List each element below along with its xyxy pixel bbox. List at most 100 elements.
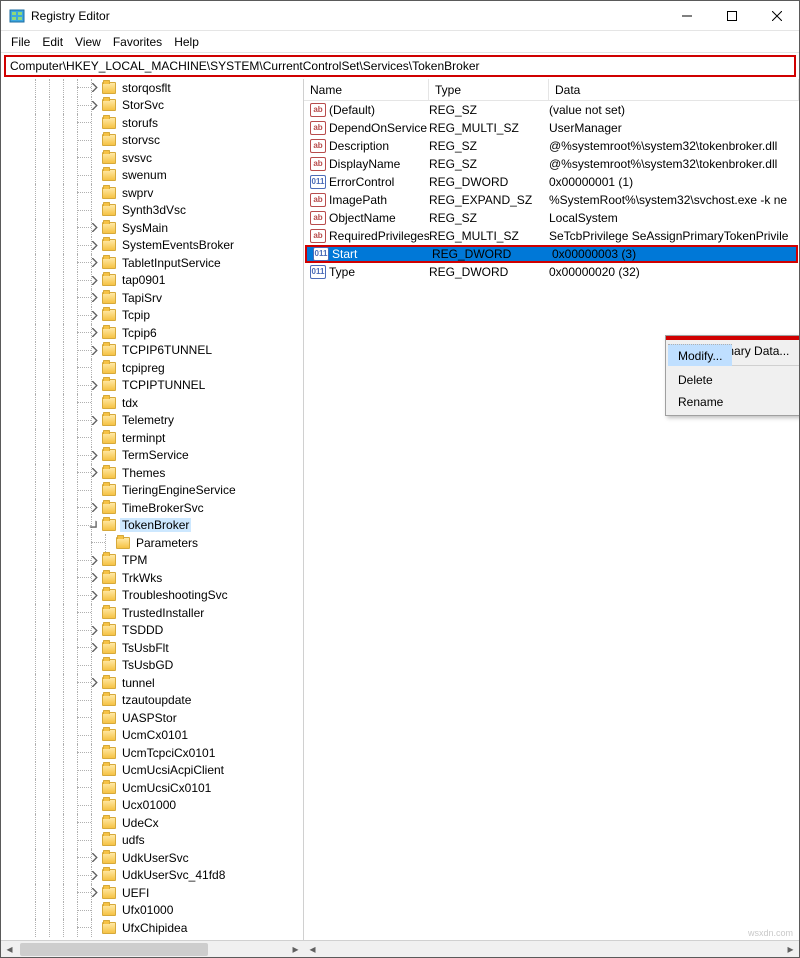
tree-label: TrustedInstaller: [120, 606, 206, 620]
tree-item[interactable]: UdkUserSvc: [1, 849, 303, 867]
close-button[interactable]: [754, 2, 799, 30]
tree-item[interactable]: Ufx01000: [1, 902, 303, 920]
value-name: ObjectName: [329, 211, 429, 225]
value-row[interactable]: abObjectNameREG_SZLocalSystem: [304, 209, 799, 227]
tree-pane[interactable]: storqosfltStorSvcstorufsstorvscsvsvcswen…: [1, 79, 304, 940]
tree-item[interactable]: tcpipreg: [1, 359, 303, 377]
address-input[interactable]: [6, 57, 794, 75]
value-row[interactable]: abRequiredPrivilegesREG_MULTI_SZSeTcbPri…: [304, 227, 799, 245]
value-row[interactable]: 011TypeREG_DWORD0x00000020 (32): [304, 263, 799, 281]
tree-item[interactable]: Telemetry: [1, 412, 303, 430]
value-row[interactable]: abDescriptionREG_SZ@%systemroot%\system3…: [304, 137, 799, 155]
list-scrollbar[interactable]: ◂ ▸: [304, 940, 799, 957]
tree-item[interactable]: TsUsbFlt: [1, 639, 303, 657]
tree-item[interactable]: SysMain: [1, 219, 303, 237]
tree-item[interactable]: tap0901: [1, 272, 303, 290]
menu-edit[interactable]: Edit: [36, 33, 69, 51]
tree-item[interactable]: UcmCx0101: [1, 727, 303, 745]
ctx-modify[interactable]: Modify...: [668, 344, 732, 366]
tree-item[interactable]: TPM: [1, 552, 303, 570]
value-row[interactable]: ab(Default)REG_SZ(value not set): [304, 101, 799, 119]
values-pane[interactable]: Name Type Data ab(Default)REG_SZ(value n…: [304, 79, 799, 940]
tree-item[interactable]: Tcpip: [1, 307, 303, 325]
ctx-delete[interactable]: Delete: [668, 369, 799, 391]
folder-icon: [102, 117, 116, 129]
maximize-button[interactable]: [709, 2, 754, 30]
tree-item[interactable]: Tcpip6: [1, 324, 303, 342]
value-name: (Default): [329, 103, 429, 117]
scroll-right-icon[interactable]: ▸: [287, 941, 304, 958]
folder-icon: [102, 572, 116, 584]
tree-scrollbar[interactable]: ◂ ▸: [1, 940, 304, 957]
value-data: 0x00000003 (3): [552, 247, 796, 261]
ctx-rename[interactable]: Rename: [668, 391, 799, 413]
tree-item[interactable]: Parameters: [1, 534, 303, 552]
tree-item[interactable]: TieringEngineService: [1, 482, 303, 500]
value-row[interactable]: abImagePathREG_EXPAND_SZ%SystemRoot%\sys…: [304, 191, 799, 209]
value-type: REG_SZ: [429, 157, 549, 171]
tree-item[interactable]: TCPIPTUNNEL: [1, 377, 303, 395]
titlebar[interactable]: Registry Editor: [1, 1, 799, 31]
tree-item[interactable]: tunnel: [1, 674, 303, 692]
tree-item[interactable]: TokenBroker: [1, 517, 303, 535]
tree-item[interactable]: swprv: [1, 184, 303, 202]
tree-label: UASPStor: [120, 711, 179, 725]
col-name[interactable]: Name: [304, 79, 429, 100]
tree-item[interactable]: storqosflt: [1, 79, 303, 97]
tree-item[interactable]: Synth3dVsc: [1, 202, 303, 220]
value-row[interactable]: abDependOnServiceREG_MULTI_SZUserManager: [304, 119, 799, 137]
folder-icon: [102, 344, 116, 356]
minimize-button[interactable]: [664, 2, 709, 30]
tree-item[interactable]: TSDDD: [1, 622, 303, 640]
tree-item[interactable]: TCPIP6TUNNEL: [1, 342, 303, 360]
value-row[interactable]: abDisplayNameREG_SZ@%systemroot%\system3…: [304, 155, 799, 173]
tree-item[interactable]: TimeBrokerSvc: [1, 499, 303, 517]
scroll-left-icon[interactable]: ◂: [1, 941, 18, 958]
tree-label: TabletInputService: [120, 256, 223, 270]
tree-item[interactable]: terminpt: [1, 429, 303, 447]
tree-item[interactable]: UdkUserSvc_41fd8: [1, 867, 303, 885]
tree-item[interactable]: UfxChipidea: [1, 919, 303, 937]
tree-item[interactable]: storufs: [1, 114, 303, 132]
tree-item[interactable]: Themes: [1, 464, 303, 482]
tree-item[interactable]: TroubleshootingSvc: [1, 587, 303, 605]
menu-view[interactable]: View: [69, 33, 107, 51]
tree-label: UcmUcsiCx0101: [120, 781, 213, 795]
value-name: ImagePath: [329, 193, 429, 207]
tree-item[interactable]: TermService: [1, 447, 303, 465]
tree-item[interactable]: tzautoupdate: [1, 692, 303, 710]
tree-item[interactable]: udfs: [1, 832, 303, 850]
scroll-thumb[interactable]: [20, 943, 208, 956]
value-row[interactable]: 011StartREG_DWORD0x00000003 (3): [305, 245, 798, 263]
tree-item[interactable]: tdx: [1, 394, 303, 412]
tree-item[interactable]: StorSvc: [1, 97, 303, 115]
col-data[interactable]: Data: [549, 79, 799, 100]
tree-item[interactable]: UdeCx: [1, 814, 303, 832]
tree-item[interactable]: Ucx01000: [1, 797, 303, 815]
menu-help[interactable]: Help: [168, 33, 205, 51]
registry-editor-window: Registry Editor File Edit View Favorites…: [0, 0, 800, 958]
tree-item[interactable]: UcmUcsiCx0101: [1, 779, 303, 797]
tree-item[interactable]: storvsc: [1, 132, 303, 150]
tree-item[interactable]: UASPStor: [1, 709, 303, 727]
tree-item[interactable]: TrustedInstaller: [1, 604, 303, 622]
menu-file[interactable]: File: [5, 33, 36, 51]
col-type[interactable]: Type: [429, 79, 549, 100]
tree-item[interactable]: UEFI: [1, 884, 303, 902]
value-row[interactable]: 011ErrorControlREG_DWORD0x00000001 (1): [304, 173, 799, 191]
tree-item[interactable]: TapiSrv: [1, 289, 303, 307]
tree-item[interactable]: swenum: [1, 167, 303, 185]
chevron-down-icon[interactable]: [87, 518, 101, 532]
tree-item[interactable]: UcmTcpciCx0101: [1, 744, 303, 762]
tree-item[interactable]: SystemEventsBroker: [1, 237, 303, 255]
tree-item[interactable]: TabletInputService: [1, 254, 303, 272]
tree-label: UfxChipidea: [120, 921, 189, 935]
tree-item[interactable]: TrkWks: [1, 569, 303, 587]
scroll-right-icon[interactable]: ▸: [782, 941, 799, 958]
scroll-left-icon[interactable]: ◂: [304, 941, 321, 958]
menu-favorites[interactable]: Favorites: [107, 33, 168, 51]
tree-item[interactable]: svsvc: [1, 149, 303, 167]
tree-item[interactable]: UcmUcsiAcpiClient: [1, 762, 303, 780]
tree-label: TsUsbGD: [120, 658, 175, 672]
tree-item[interactable]: TsUsbGD: [1, 657, 303, 675]
